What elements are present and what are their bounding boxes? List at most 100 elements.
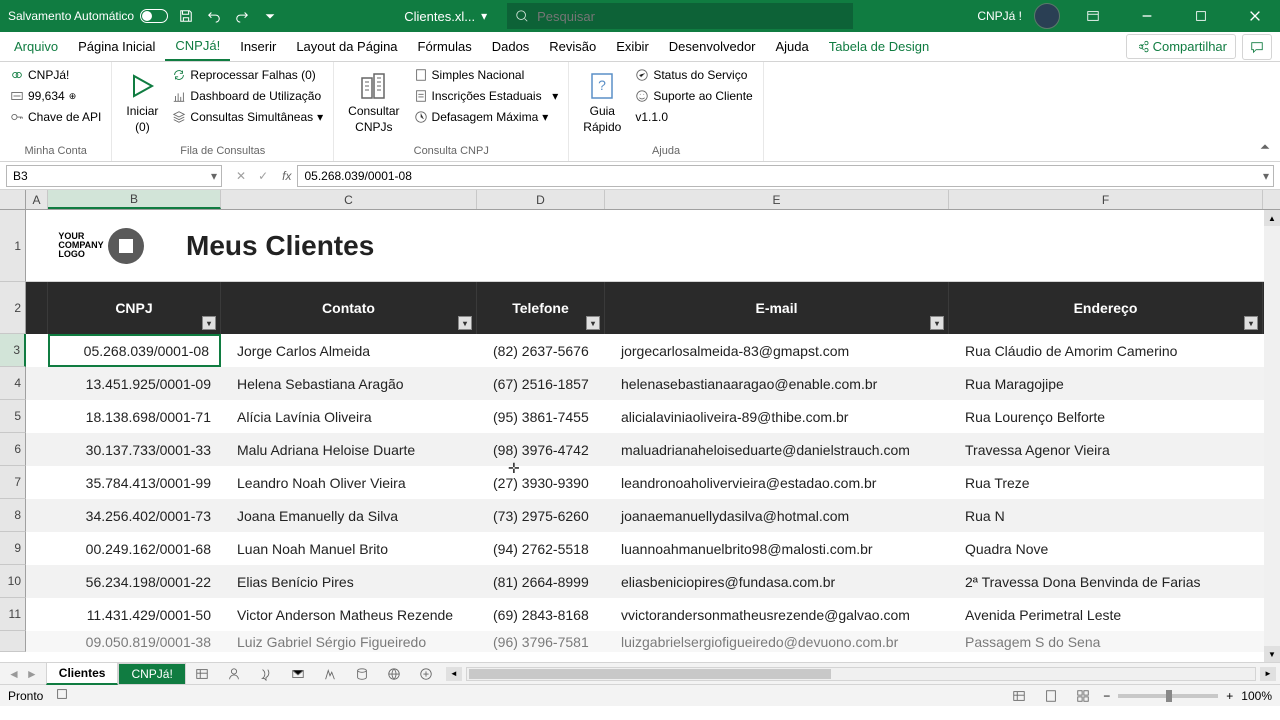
tab-home[interactable]: Página Inicial [68, 33, 165, 60]
table-row[interactable]: 05.268.039/0001-08Jorge Carlos Almeida(8… [26, 334, 1280, 367]
share-button[interactable]: Compartilhar [1126, 34, 1236, 59]
sheet-icon-7[interactable] [378, 667, 410, 681]
ribbon-simultaneous[interactable]: Consultas Simultâneas ▾ [172, 108, 323, 126]
col-e[interactable]: E [605, 190, 949, 209]
formula-expand-icon[interactable]: ▾ [1263, 169, 1269, 183]
cell-email[interactable]: joanaemanuellydasilva@hotmal.com [605, 499, 949, 532]
cell-telefone[interactable]: (67) 2516-1857 [477, 367, 605, 400]
table-row[interactable]: 35.784.413/0001-99Leandro Noah Oliver Vi… [26, 466, 1280, 499]
cell-email[interactable]: jorgecarlosalmeida-83@gmapst.com [605, 334, 949, 367]
cell-email[interactable]: eliasbeniciopires@fundasa.com.br [605, 565, 949, 598]
minimize-icon[interactable] [1126, 0, 1168, 32]
cell-contato[interactable]: Malu Adriana Heloise Duarte [221, 433, 477, 466]
col-c[interactable]: C [221, 190, 477, 209]
cell-cnpj[interactable]: 11.431.429/0001-50 [48, 598, 221, 631]
cell-telefone[interactable]: (81) 2664-8999 [477, 565, 605, 598]
accept-formula-icon[interactable]: ✓ [258, 169, 268, 183]
filename-dropdown-icon[interactable]: ▾ [481, 9, 487, 23]
row-5[interactable]: 5 [0, 400, 26, 433]
tab-view[interactable]: Exibir [606, 33, 659, 60]
autosave-toggle[interactable] [140, 9, 168, 23]
filter-contato-icon[interactable]: ▾ [458, 316, 472, 330]
ribbon-apikey[interactable]: Chave de API [10, 108, 101, 126]
redo-icon[interactable] [232, 6, 252, 26]
maximize-icon[interactable] [1180, 0, 1222, 32]
cell-contato[interactable]: Jorge Carlos Almeida [221, 334, 477, 367]
cell-telefone[interactable]: (96) 3796-7581 [477, 631, 605, 652]
tab-insert[interactable]: Inserir [230, 33, 286, 60]
formula-input[interactable]: 05.268.039/0001-08▾ [297, 165, 1274, 187]
row-1[interactable]: 1 [0, 210, 26, 282]
row-2[interactable]: 2 [0, 282, 26, 334]
hscroll-right-icon[interactable]: ► [1260, 667, 1276, 681]
tab-pagelayout[interactable]: Layout da Página [286, 33, 407, 60]
row-12[interactable] [0, 631, 26, 652]
scroll-up-icon[interactable]: ▲ [1264, 210, 1280, 226]
cell-cnpj[interactable]: 34.256.402/0001-73 [48, 499, 221, 532]
row-11[interactable]: 11 [0, 598, 26, 631]
tab-review[interactable]: Revisão [539, 33, 606, 60]
table-row[interactable]: 11.431.429/0001-50Victor Anderson Matheu… [26, 598, 1280, 631]
tab-help[interactable]: Ajuda [766, 33, 819, 60]
cell-contato[interactable]: Leandro Noah Oliver Vieira [221, 466, 477, 499]
table-row[interactable]: 09.050.819/0001-38Luiz Gabriel Sérgio Fi… [26, 631, 1280, 652]
cell-cnpj[interactable]: 13.451.925/0001-09 [48, 367, 221, 400]
fx-icon[interactable]: fx [276, 169, 297, 183]
cell-email[interactable]: vvictorandersonmatheusrezende@galvao.com [605, 598, 949, 631]
ribbon-credits[interactable]: 99,634 ⊕ [10, 87, 101, 105]
search-input[interactable] [537, 9, 845, 24]
namebox[interactable]: B3▾ [6, 165, 222, 187]
namebox-dropdown-icon[interactable]: ▾ [211, 169, 217, 183]
comments-button[interactable] [1242, 34, 1272, 60]
tab-data[interactable]: Dados [482, 33, 540, 60]
cell-contato[interactable]: Alícia Lavínia Oliveira [221, 400, 477, 433]
cell-cnpj[interactable]: 56.234.198/0001-22 [48, 565, 221, 598]
collapse-ribbon-icon[interactable] [1258, 140, 1272, 157]
ribbon-cnpja[interactable]: CNPJá! [10, 66, 101, 84]
ribbon-defasagem[interactable]: Defasagem Máxima ▾ [414, 108, 559, 126]
zoom-in-icon[interactable]: + [1226, 689, 1233, 703]
qat-more-icon[interactable] [260, 6, 280, 26]
cell-cnpj[interactable]: 00.249.162/0001-68 [48, 532, 221, 565]
filter-cnpj-icon[interactable]: ▾ [202, 316, 216, 330]
ribbon-support[interactable]: Suporte ao Cliente [635, 87, 752, 105]
th-telefone[interactable]: Telefone▾ [477, 282, 605, 334]
zoom-slider[interactable] [1118, 694, 1218, 698]
cell-endereco[interactable]: Rua Maragojipe [949, 367, 1263, 400]
vertical-scrollbar[interactable]: ▲ ▼ [1264, 210, 1280, 662]
sheet-icon-2[interactable] [218, 667, 250, 681]
table-row[interactable]: 00.249.162/0001-68Luan Noah Manuel Brito… [26, 532, 1280, 565]
sheet-icon-4[interactable] [282, 667, 314, 681]
filter-telefone-icon[interactable]: ▾ [586, 316, 600, 330]
save-icon[interactable] [176, 6, 196, 26]
macro-icon[interactable] [55, 687, 69, 704]
cell-endereco[interactable]: 2ª Travessa Dona Benvinda de Farias [949, 565, 1263, 598]
cell-cnpj[interactable]: 05.268.039/0001-08 [48, 334, 221, 367]
th-cnpj[interactable]: CNPJ▾ [48, 282, 221, 334]
sheet-next-icon[interactable]: ► [26, 667, 38, 681]
row-9[interactable]: 9 [0, 532, 26, 565]
sheet-icon-6[interactable] [346, 667, 378, 681]
view-normal-icon[interactable] [1007, 687, 1031, 705]
th-contato[interactable]: Contato▾ [221, 282, 477, 334]
table-row[interactable]: 34.256.402/0001-73Joana Emanuelly da Sil… [26, 499, 1280, 532]
cell-email[interactable]: maluadrianaheloiseduarte@danielstrauch.c… [605, 433, 949, 466]
th-email[interactable]: E-mail▾ [605, 282, 949, 334]
cell-contato[interactable]: Luiz Gabriel Sérgio Figueiredo [221, 631, 477, 652]
ribbon-consult[interactable]: Consultar CNPJs [344, 66, 403, 143]
tab-file[interactable]: Arquivo [4, 33, 68, 60]
tab-formulas[interactable]: Fórmulas [408, 33, 482, 60]
sheet-icon-3[interactable] [250, 667, 282, 681]
cell-email[interactable]: luizgabrielsergiofigueiredo@devuono.com.… [605, 631, 949, 652]
ribbon-status[interactable]: Status do Serviço [635, 66, 752, 84]
close-icon[interactable] [1234, 0, 1276, 32]
table-row[interactable]: 30.137.733/0001-33Malu Adriana Heloise D… [26, 433, 1280, 466]
cell-telefone[interactable]: (98) 3976-4742 [477, 433, 605, 466]
table-row[interactable]: 56.234.198/0001-22Elias Benício Pires(81… [26, 565, 1280, 598]
cell-cnpj[interactable]: 09.050.819/0001-38 [48, 631, 221, 652]
cell-cnpj[interactable]: 18.138.698/0001-71 [48, 400, 221, 433]
ribbon-reprocess[interactable]: Reprocessar Falhas (0) [172, 66, 323, 84]
sheet-icon-1[interactable] [186, 667, 218, 681]
cell-endereco[interactable]: Passagem S do Sena [949, 631, 1263, 652]
row-10[interactable]: 10 [0, 565, 26, 598]
